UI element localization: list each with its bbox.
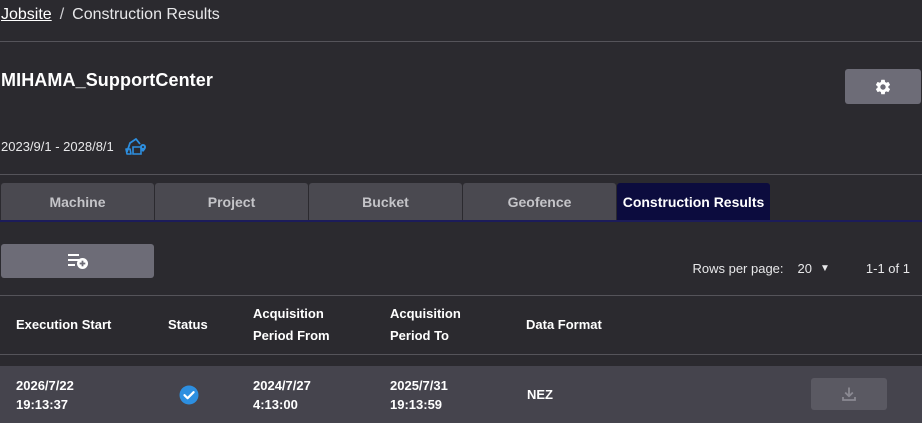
caret-down-icon: ▼ <box>820 262 830 274</box>
cell-line: 2026/7/22 <box>16 377 74 393</box>
pagination: Rows per page: 20 ▼ 1-1 of 1 <box>692 258 910 278</box>
breadcrumb-current: Construction Results <box>72 5 220 23</box>
column-header-status[interactable]: Status <box>168 296 208 354</box>
header-line: Data Format <box>526 317 602 332</box>
add-construction-result-button[interactable] <box>1 244 154 278</box>
cell-status <box>179 366 199 423</box>
check-circle-icon <box>179 385 199 405</box>
table-row[interactable]: 2026/7/22 19:13:37 2024/7/27 4:13:00 202… <box>0 366 922 423</box>
header-line: Period To <box>390 328 449 343</box>
rows-per-page-label: Rows per page: <box>692 260 784 276</box>
pagination-range: 1-1 of 1 <box>865 260 910 276</box>
header-line: Status <box>168 317 208 332</box>
section-divider <box>0 174 922 175</box>
tab-project[interactable]: Project <box>155 183 308 221</box>
date-range-text: 2023/9/1 - 2028/8/1 <box>1 138 114 154</box>
cell-execution-start: 2026/7/22 19:13:37 <box>16 366 74 423</box>
download-button[interactable] <box>811 378 887 410</box>
table-header: Execution Start Status Acquisition Perio… <box>0 296 922 354</box>
tab-construction-results[interactable]: Construction Results <box>617 183 770 221</box>
settings-button[interactable] <box>845 69 921 104</box>
breadcrumb: Jobsite / Construction Results <box>0 0 922 42</box>
download-icon <box>841 386 857 402</box>
column-header-execution-start[interactable]: Execution Start <box>16 296 111 354</box>
add-list-icon <box>67 252 89 270</box>
cell-line: 2025/7/31 <box>390 377 448 393</box>
rows-per-page-select[interactable]: 20 ▼ <box>798 261 830 276</box>
breadcrumb-jobsite-link[interactable]: Jobsite <box>1 6 52 24</box>
cell-line: 19:13:37 <box>16 396 69 412</box>
excavator-location-icon[interactable] <box>124 135 148 157</box>
header-line: Acquisition <box>390 306 461 321</box>
header-line: Acquisition <box>253 306 324 321</box>
column-header-period-to[interactable]: Acquisition Period To <box>390 296 461 354</box>
column-header-period-from[interactable]: Acquisition Period From <box>253 296 330 354</box>
tab-bar: Machine Project Bucket Geofence Construc… <box>0 183 922 221</box>
table-header-border <box>0 354 922 355</box>
cell-line: 19:13:59 <box>390 396 443 412</box>
header-line: Period From <box>253 328 330 343</box>
rows-per-page-value: 20 <box>797 260 812 276</box>
cell-data-format: NEZ <box>527 387 553 402</box>
tab-bucket[interactable]: Bucket <box>309 183 462 221</box>
gear-icon <box>874 78 892 96</box>
site-date-range: 2023/9/1 - 2028/8/1 <box>1 135 148 157</box>
cell-period-from: 2024/7/27 4:13:00 <box>253 366 311 423</box>
cell-line: 4:13:00 <box>253 396 298 412</box>
breadcrumb-separator: / <box>59 5 65 23</box>
tab-underline <box>0 220 922 222</box>
header-line: Execution Start <box>16 317 112 332</box>
tab-machine[interactable]: Machine <box>1 183 154 221</box>
page-title: MIHAMA_SupportCenter <box>1 70 213 90</box>
column-header-data-format[interactable]: Data Format <box>526 296 602 354</box>
cell-period-to: 2025/7/31 19:13:59 <box>390 366 448 423</box>
tab-geofence[interactable]: Geofence <box>463 183 616 221</box>
construction-results-page: Jobsite / Construction Results MIHAMA_Su… <box>0 0 922 423</box>
cell-line: 2024/7/27 <box>253 377 311 393</box>
